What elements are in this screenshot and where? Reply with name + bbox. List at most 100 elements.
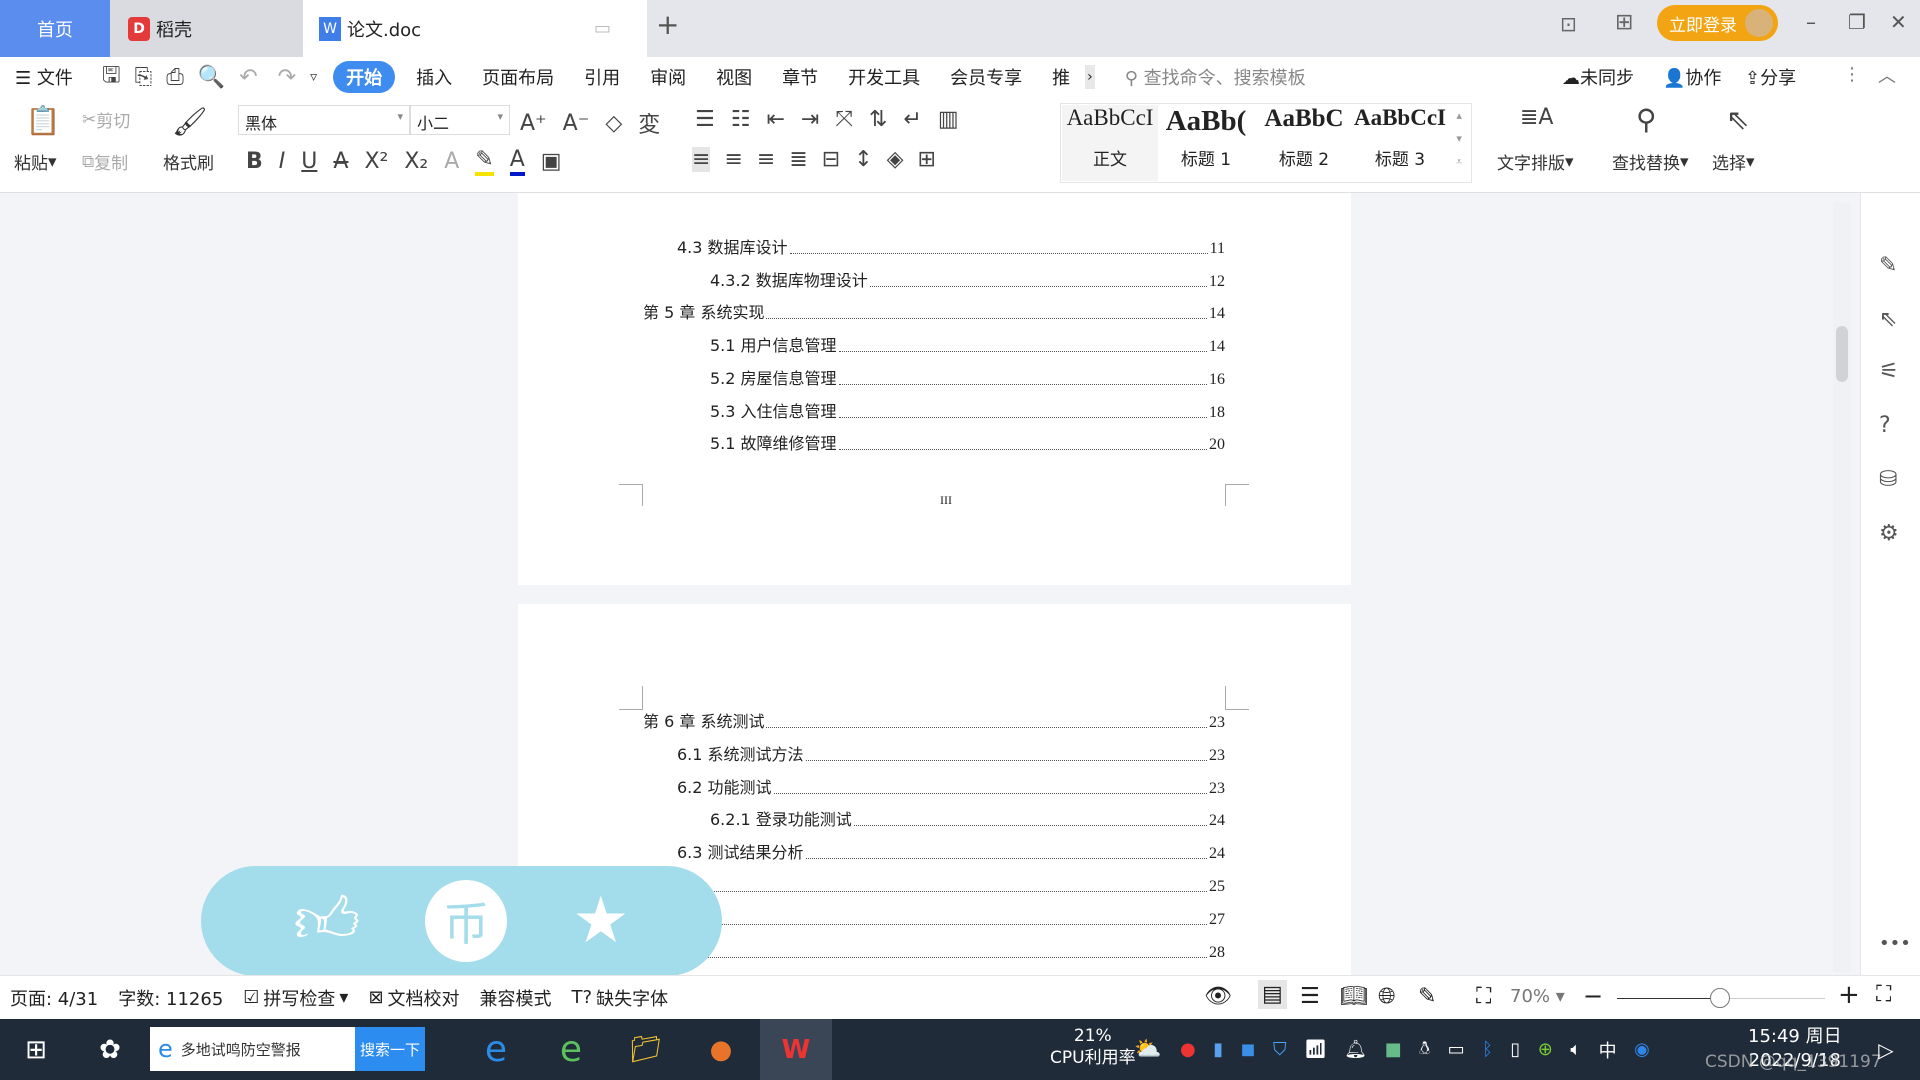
menu-review[interactable]: 审阅 [635,64,701,90]
zoom-slider-thumb[interactable] [1710,988,1731,1008]
styles-scroll-icon[interactable]: ▴ ▾ ⩡ [1456,109,1462,169]
layout-icon[interactable]: ⊡ [1560,12,1577,36]
apps-grid-icon[interactable]: ⊞ [1615,10,1633,35]
vertical-scrollbar[interactable] [1833,202,1851,972]
menu-insert[interactable]: 插入 [401,64,467,90]
zoom-level-select[interactable]: 70% ▾ [1510,986,1565,1007]
customize-dropdown-icon[interactable]: ▿ [310,69,317,85]
save-icon[interactable]: 🖫 [102,58,121,96]
redo-icon[interactable]: ↷ [278,65,296,90]
tab-daoke[interactable]: D 稻壳 [110,0,303,57]
zoom-out-button[interactable]: − [1583,982,1603,1010]
tab-home[interactable]: 首页 [0,0,110,57]
like-button[interactable]: 👍︎ [293,883,360,960]
coin-button[interactable]: 币 [425,880,508,962]
zoom-in-button[interactable]: + [1838,980,1860,1010]
strikethrough-icon[interactable]: A [333,149,348,174]
toc-entry[interactable]: 4.3.2 数据库物理设计 12 [710,269,1225,291]
login-button[interactable]: 立即登录 [1657,5,1778,41]
toc-entry[interactable]: 6.1 系统测试方法 23 [677,743,1225,765]
document-page-1[interactable]: III 4.3 数据库设计 11 4.3.2 数据库物理设计 12 第 5 章 系统实现… [518,193,1351,585]
toc-entry[interactable]: 5.1 用户信息管理 14 [710,334,1225,356]
print-preview-icon[interactable]: 🔍 [198,65,225,90]
wifi-icon[interactable]: 📶︎ [1304,1039,1327,1060]
share-button[interactable]: ⇪分享 [1745,64,1796,90]
bell-icon[interactable]: 🔔︎ [1344,1039,1367,1060]
help-icon[interactable]: ? [1879,413,1891,438]
close-button[interactable]: ✕ [1890,10,1907,34]
usb-drive-icon[interactable]: ▯ [1510,1039,1520,1060]
eye-protection-icon[interactable]: 👁︎ [1204,984,1232,1009]
web-view-icon[interactable]: 🌐︎ [1378,984,1396,1009]
phonetic-icon[interactable]: 変 [638,107,660,139]
scrollbar-thumb[interactable] [1836,326,1848,382]
windows-start-icon[interactable]: ⊞ [14,1019,58,1080]
360-browser-icon[interactable]: e [545,1019,597,1080]
table-ruler-icon[interactable]: ▥ [938,107,959,132]
magnifier-icon[interactable]: ⚲ [1636,103,1657,136]
toc-entry[interactable]: 28 [643,940,1225,962]
export-icon[interactable]: ⎘ [135,65,153,90]
decrease-indent-icon[interactable]: ⇤ [766,107,784,132]
weather-icon[interactable]: ⛅ [1130,1019,1166,1080]
distribute-icon[interactable]: ⊟ [822,147,840,172]
borders-icon[interactable]: ⊞ [918,147,936,172]
toc-entry[interactable]: 第 6 章 系统测试 23 [643,710,1225,732]
toc-entry[interactable]: 6.2 功能测试 23 [677,776,1225,798]
justify-icon[interactable]: ≣ [789,147,807,172]
compat-mode[interactable]: 兼容模式 [470,985,562,1011]
tray-plus-icon[interactable]: ⊕ [1538,1039,1553,1060]
collab-button[interactable]: 👤协作 [1663,64,1721,90]
highlight-icon[interactable]: ✎ [475,147,494,176]
favorite-star-button[interactable]: ★ [572,884,629,958]
grow-font-icon[interactable]: A⁺ [520,111,547,136]
spell-check-button[interactable]: ☑ 拼写检查 ▾ [233,985,358,1011]
restore-button[interactable]: ❐ [1848,10,1866,34]
outline-view-icon[interactable]: ☰ [1300,984,1320,1009]
subscript-icon[interactable]: X₂ [404,149,428,174]
backup-icon[interactable]: ⛁ [1879,467,1897,492]
shrink-font-icon[interactable]: A⁻ [563,111,590,136]
menu-scroll-right-icon[interactable]: › [1085,65,1095,89]
bluetooth-icon[interactable]: ᛒ [1482,1039,1493,1060]
share-network-icon[interactable]: ⚙ [1879,521,1899,546]
wps-taskbar-icon[interactable]: W [760,1019,832,1080]
font-color-icon[interactable]: A [509,147,525,176]
text-layout-icon[interactable]: ≣A [1520,105,1553,130]
reading-view-icon[interactable]: 📖︎ [1340,984,1368,1009]
text-layout-button[interactable]: 文字排版 ▾ [1497,149,1574,175]
show-desktop-icon[interactable]: ▷ [1866,1019,1906,1080]
page-view-icon[interactable]: ▤ [1258,980,1287,1009]
menu-developer[interactable]: 开发工具 [833,64,935,90]
shield-icon[interactable]: ⛉ [1273,1039,1287,1060]
align-right-icon[interactable]: ≡ [757,147,775,172]
toc-entry[interactable]: 4.3 数据库设计 11 [677,236,1225,258]
tray-app-icon[interactable]: ● [1180,1039,1196,1060]
sliders-icon[interactable]: ⚟ [1879,359,1899,384]
sync-button[interactable]: ☁未同步 [1562,64,1634,90]
numbered-list-icon[interactable]: ☷ [731,107,751,132]
search-command-input[interactable]: ⚲ 查找命令、搜索模板 [1125,64,1306,90]
assistant-icon[interactable]: ✿ [88,1019,132,1080]
volume-icon[interactable]: 🔈︎ [1570,1039,1581,1060]
line-spacing-icon[interactable]: ↕ [854,147,872,172]
print-icon[interactable]: ⎙ [166,65,184,90]
word-count[interactable]: 字数: 11265 [108,985,233,1011]
align-center-icon[interactable]: ≡ [724,147,742,172]
text-direction-icon[interactable]: ⤧ [835,107,853,132]
toc-entry[interactable]: 25 [643,874,1225,896]
tab-document[interactable]: W 论文.doc ▭ [303,0,647,57]
fullscreen-icon[interactable]: ⛶ [1876,982,1891,1007]
page-indicator[interactable]: 页面: 4/31 [0,985,108,1011]
toc-entry[interactable]: 第 5 章 系统实现 14 [643,301,1225,323]
cursor-select-icon[interactable]: ⇖ [1726,103,1749,136]
toc-entry[interactable]: 6.3 测试结果分析 24 [677,841,1225,863]
missing-font-button[interactable]: T? 缺失字体 [562,985,679,1011]
menu-view[interactable]: 视图 [701,64,767,90]
menu-member[interactable]: 会员专享 [935,64,1037,90]
paste-button[interactable]: 粘贴 ▾ [14,149,57,175]
paste-icon[interactable]: 📋 [18,104,68,137]
toc-entry[interactable]: 5.3 入住信息管理 18 [710,400,1225,422]
bullet-list-icon[interactable]: ☰ [695,107,715,132]
file-explorer-icon[interactable]: 📁︎ [620,1019,672,1080]
